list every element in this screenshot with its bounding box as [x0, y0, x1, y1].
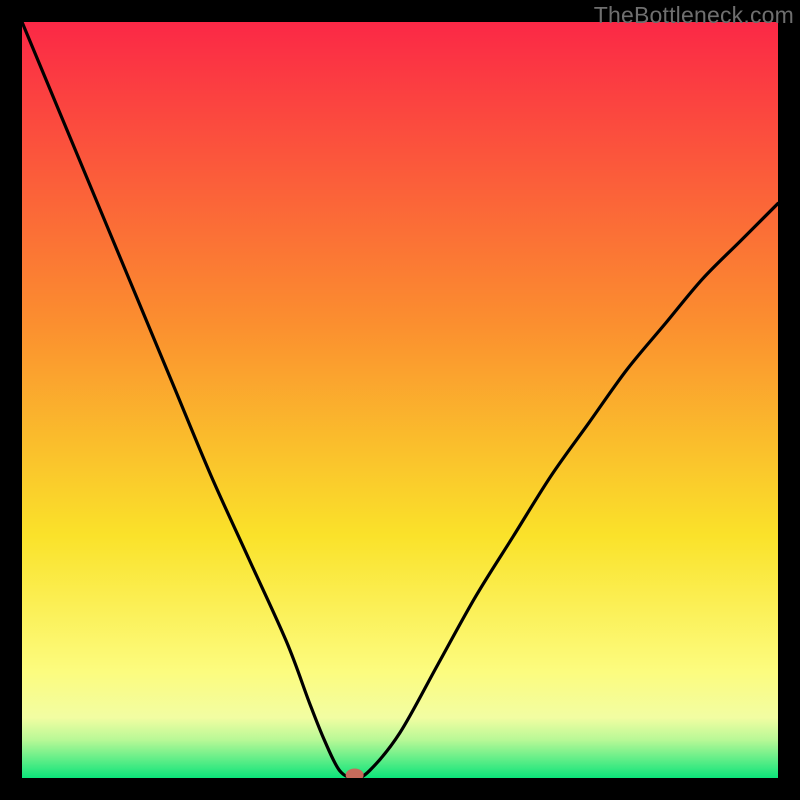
watermark-text: TheBottleneck.com: [594, 2, 794, 29]
chart-frame: [22, 22, 778, 778]
bottleneck-chart: [22, 22, 778, 778]
gradient-background: [22, 22, 778, 778]
